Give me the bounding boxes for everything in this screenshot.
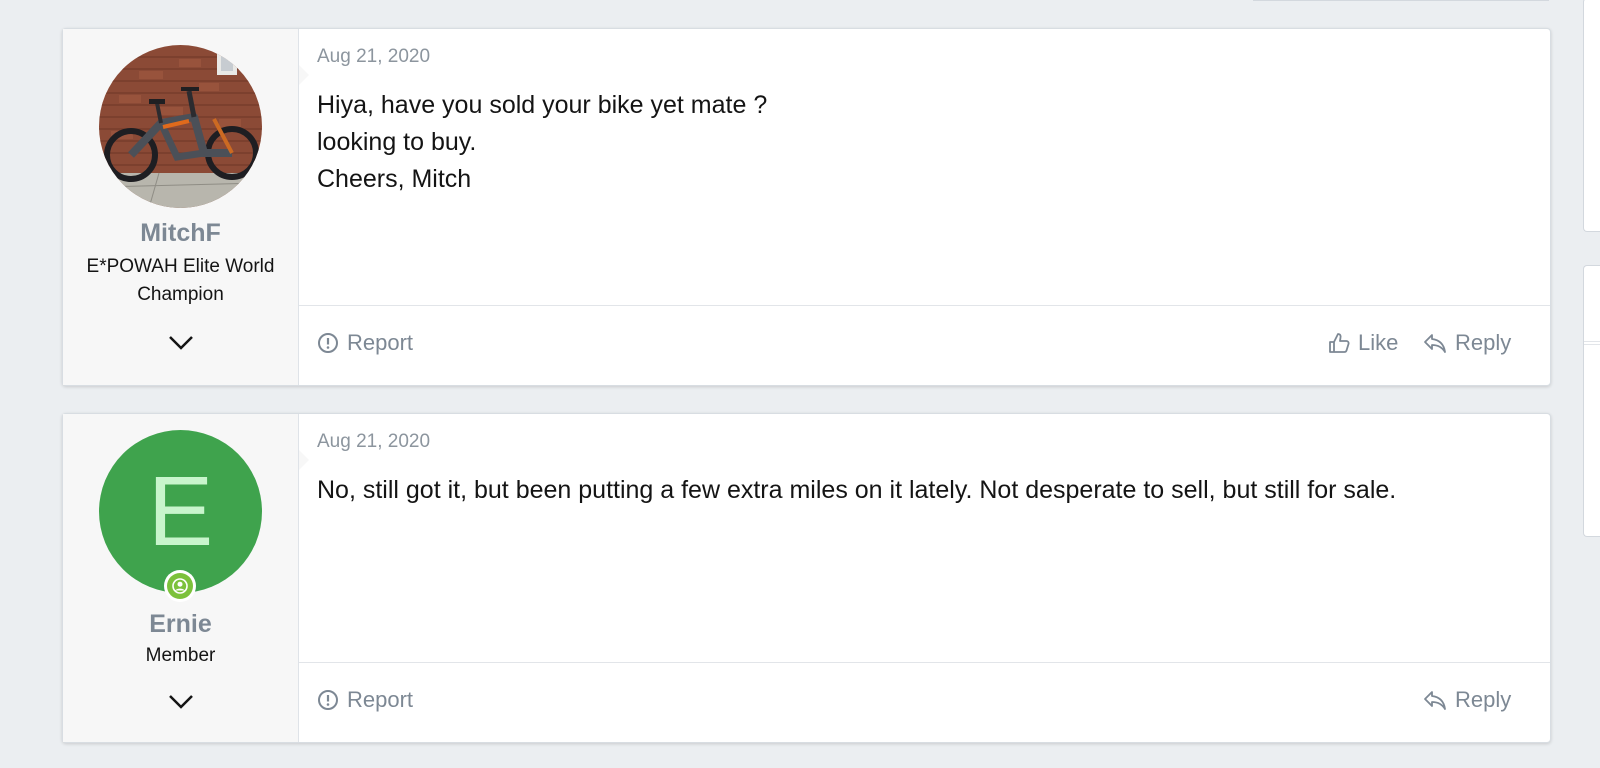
post-date[interactable]: Aug 21, 2020 [317,46,430,68]
reply-icon [1424,691,1446,710]
avatar[interactable] [99,45,262,208]
chevron-down-icon[interactable] [167,333,195,351]
post-user-panel: MitchF E*POWAH Elite World Champion [63,29,309,385]
bike-photo [99,45,262,208]
report-button[interactable]: Report [317,330,413,356]
user-title: Member [145,645,216,666]
user-title: E*POWAH Elite World Champion [86,256,275,305]
like-button[interactable]: Like [1328,330,1398,356]
post-body-line: looking to buy. [317,128,477,156]
username[interactable]: Ernie [63,610,298,639]
report-label: Report [347,330,414,355]
report-button[interactable]: Report [317,687,413,713]
like-label: Like [1358,330,1399,355]
sidebar-card [1583,0,1600,232]
post-user-panel: E Ernie Member [63,414,309,742]
sidebar-card [1583,265,1600,537]
post-footer: Report Reply [299,662,1550,742]
post-body-line: Hiya, have you sold your bike yet mate ? [317,91,768,119]
user-online-icon [164,570,196,602]
like-icon [1329,333,1350,353]
post-content: Aug 21, 2020 Hiya, have you sold your bi… [299,29,1550,385]
reply-button[interactable]: Reply [1423,687,1511,713]
reply-label: Reply [1455,330,1512,355]
report-icon [318,690,338,710]
chevron-down-icon[interactable] [167,692,195,710]
post-body-line: No, still got it, but been putting a few… [317,476,1397,504]
avatar[interactable]: E [99,430,262,593]
message-post: MitchF E*POWAH Elite World Champion Aug … [62,28,1551,386]
reply-button[interactable]: Reply [1423,330,1511,356]
post-body: Hiya, have you sold your bike yet mate ?… [317,87,1530,198]
report-label: Report [347,687,414,712]
sidebar-block-edge [1253,0,1549,1]
report-icon [318,333,338,353]
post-footer: Report Like Reply [299,305,1550,385]
post-body: No, still got it, but been putting a few… [317,472,1530,509]
post-content: Aug 21, 2020 No, still got it, but been … [299,414,1550,742]
post-date[interactable]: Aug 21, 2020 [317,431,430,453]
post-body-line: Cheers, Mitch [317,165,472,193]
reply-icon [1424,334,1446,353]
username[interactable]: MitchF [63,219,298,248]
reply-label: Reply [1455,687,1512,712]
message-post: E Ernie Member Aug 21, 2020 No, still go… [62,413,1551,743]
